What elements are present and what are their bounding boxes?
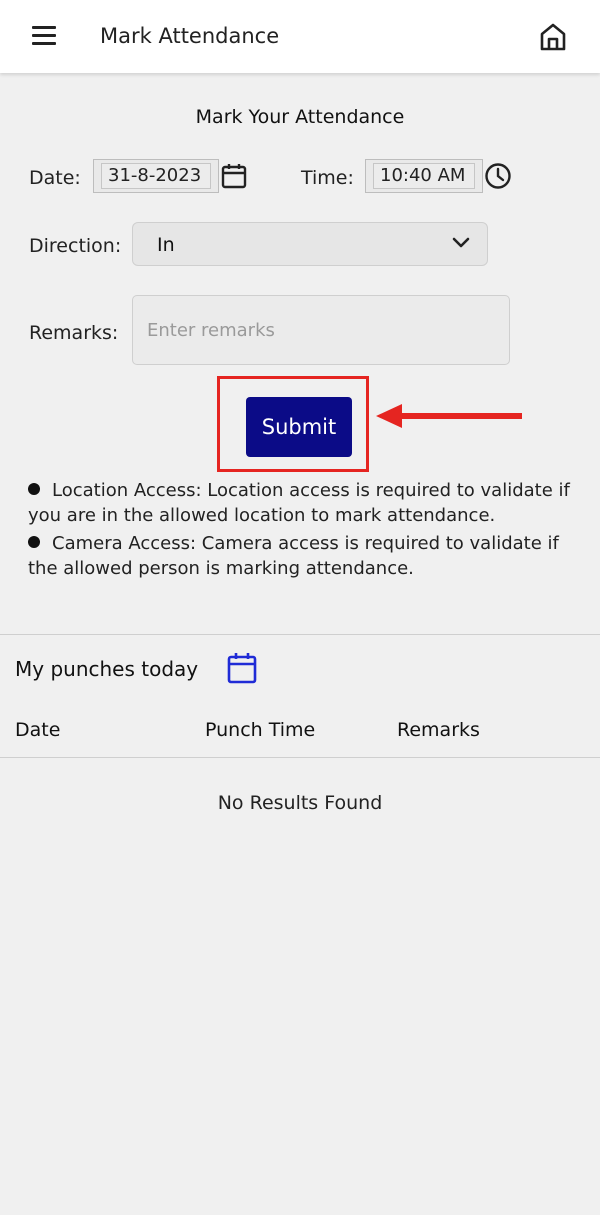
location-note: Location Access: Location access is requ… <box>28 480 570 526</box>
menu-icon[interactable] <box>20 18 68 54</box>
direction-label: Direction: <box>29 235 122 257</box>
form-heading: Mark Your Attendance <box>195 106 405 128</box>
punches-title: My punches today <box>15 657 199 681</box>
calendar-icon[interactable] <box>220 162 248 194</box>
chevron-down-icon <box>451 235 471 255</box>
column-header-punch-time: Punch Time <box>205 719 316 741</box>
arrow-pointer-icon <box>376 400 524 436</box>
submit-button[interactable]: Submit <box>246 397 352 457</box>
bullet-icon <box>28 483 40 495</box>
remarks-input[interactable] <box>132 295 510 365</box>
home-icon[interactable] <box>534 18 572 56</box>
remarks-label: Remarks: <box>29 322 119 344</box>
table-header-divider <box>0 757 600 758</box>
column-header-date: Date <box>15 719 61 741</box>
app-bar: Mark Attendance <box>0 0 600 73</box>
divider <box>0 634 600 635</box>
camera-note: Camera Access: Camera access is required… <box>28 533 559 579</box>
list-item: Camera Access: Camera access is required… <box>28 531 573 581</box>
column-header-remarks: Remarks <box>397 719 480 741</box>
direction-select[interactable]: In <box>132 222 488 266</box>
calendar-icon[interactable] <box>226 651 258 689</box>
page-title: Mark Attendance <box>100 24 280 48</box>
date-label: Date: <box>29 167 81 189</box>
date-value: 31-8-2023 <box>101 163 211 189</box>
time-value: 10:40 AM <box>373 163 475 189</box>
clock-icon[interactable] <box>484 162 512 194</box>
time-field[interactable]: 10:40 AM <box>365 159 483 193</box>
date-field[interactable]: 31-8-2023 <box>93 159 219 193</box>
list-item: Location Access: Location access is requ… <box>28 478 573 528</box>
bullet-icon <box>28 536 40 548</box>
direction-value: In <box>157 234 175 256</box>
time-label: Time: <box>301 167 354 189</box>
empty-state-text: No Results Found <box>217 792 383 814</box>
permission-notes: Location Access: Location access is requ… <box>28 478 573 584</box>
